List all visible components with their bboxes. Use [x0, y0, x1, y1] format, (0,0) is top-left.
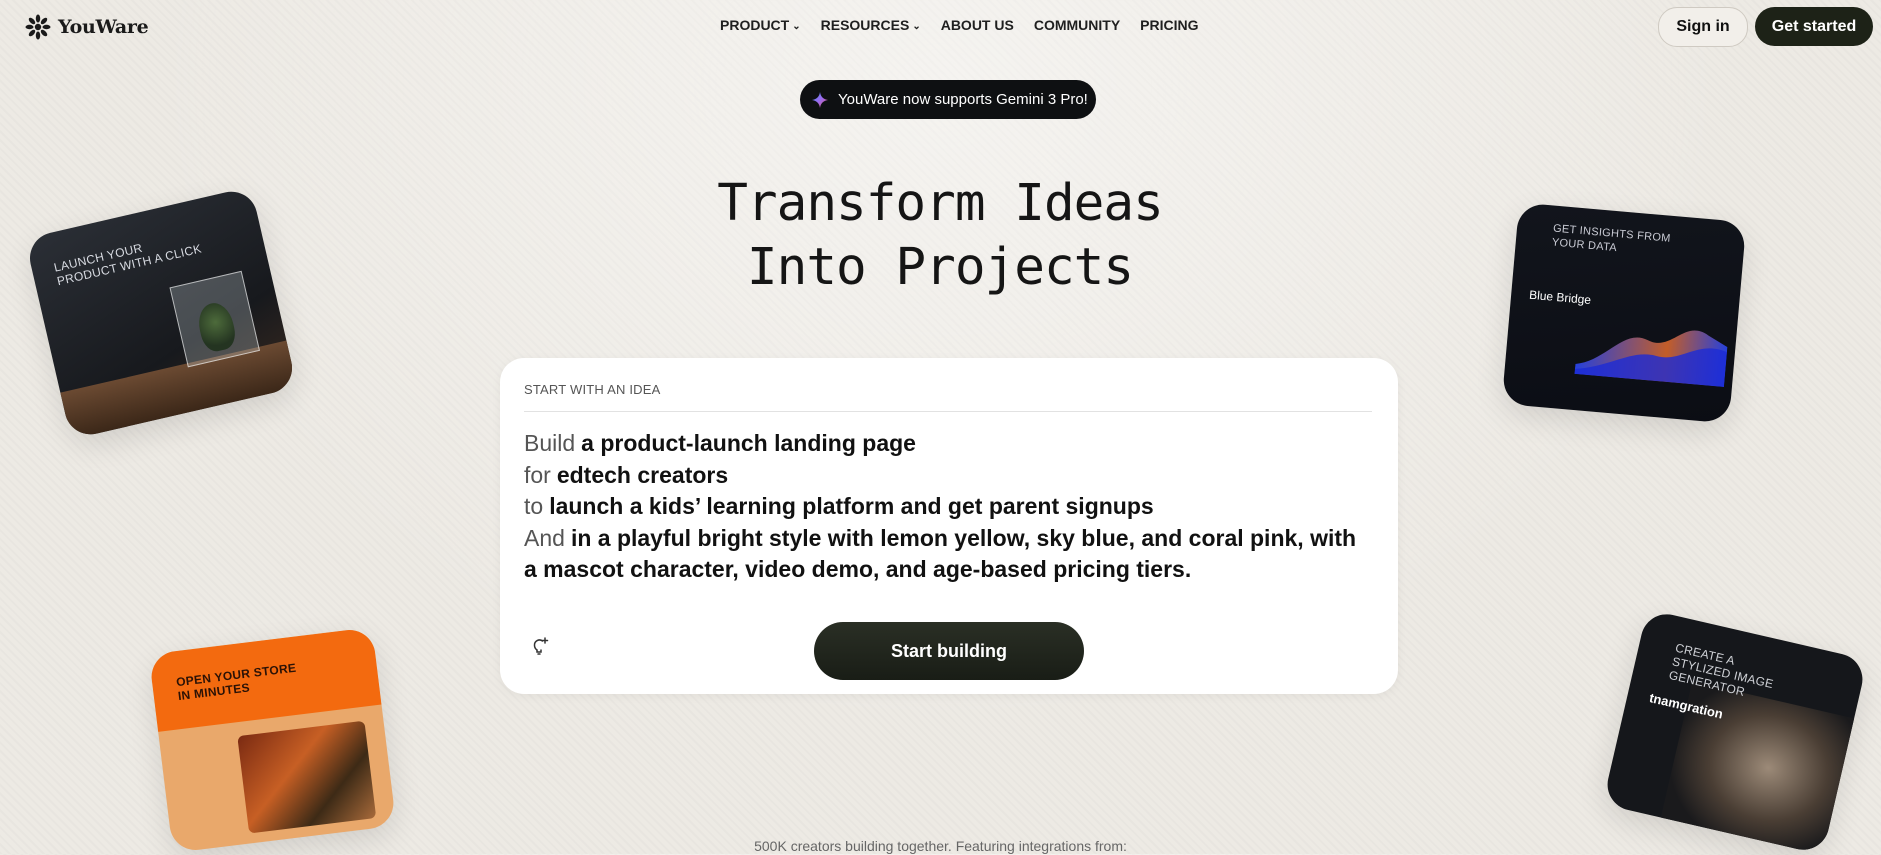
nav-community[interactable]: COMMUNITY [1034, 17, 1120, 33]
template-tile-image-generator[interactable]: CREATE A STYLIZED IMAGE GENERATOR tnamgr… [1602, 609, 1868, 855]
divider [524, 411, 1372, 412]
prompt-prefix: Build [524, 430, 576, 456]
main-menu: PRODUCT ⌄ RESOURCES ⌄ ABOUT US COMMUNITY… [720, 17, 1199, 33]
tile-image-table [60, 340, 298, 440]
prompt-value[interactable]: launch a kids’ learning platform and get… [549, 493, 1154, 519]
nav-pricing[interactable]: PRICING [1140, 17, 1198, 33]
nav-pricing-label: PRICING [1140, 17, 1199, 33]
nav-about-us-label: ABOUT US [940, 17, 1014, 33]
hero-line-2: Into Projects [746, 238, 1134, 297]
nav-product[interactable]: PRODUCT ⌄ [720, 17, 801, 33]
prompt-prefix: for [524, 461, 551, 488]
prompt-line: And in a playful bright style with lemon … [524, 523, 1374, 586]
nav-community-label: COMMUNITY [1033, 17, 1121, 33]
tile-title: GET INSIGHTS FROM YOUR DATA [1551, 222, 1672, 255]
announcement-text: YouWare now supports Gemini 3 Pro! [838, 91, 1088, 108]
template-tile-store[interactable]: OPEN YOUR STORE IN MINUTES [148, 627, 397, 853]
sign-in-button[interactable]: Sign in [1658, 7, 1748, 47]
idea-prompt[interactable]: Build a product-launch landing page for ed… [524, 428, 1374, 586]
lightbulb-icon[interactable] [530, 636, 550, 656]
idea-card: START WITH AN IDEA Build a product-launch… [500, 358, 1398, 694]
prompt-line: for edtech creators [524, 460, 1374, 492]
template-tile-insights[interactable]: GET INSIGHTS FROM YOUR DATA Blue Bridge [1501, 202, 1747, 424]
brand-logo[interactable]: YouWare [24, 13, 149, 41]
hero-heading: Transform Ideas Into Projects [620, 172, 1260, 300]
youware-logo-icon [25, 14, 51, 40]
brand-name: YouWare [58, 16, 149, 38]
prompt-value[interactable]: edtech creators [557, 462, 728, 488]
idea-card-label: START WITH AN IDEA [524, 382, 661, 397]
gemini-sparkle-icon [812, 91, 828, 108]
nav-resources[interactable]: RESOURCES ⌄ [821, 17, 921, 33]
nav-product-label: PRODUCT [720, 17, 790, 33]
prompt-prefix: to [524, 493, 544, 519]
tile-title: LAUNCH YOUR PRODUCT WITH A CLICK [52, 240, 203, 289]
tile-body-text [178, 752, 245, 819]
start-building-button[interactable]: Start building [814, 622, 1084, 680]
nav-about-us[interactable]: ABOUT US [941, 17, 1014, 33]
prompt-value[interactable]: in a playful bright style with lemon yel… [524, 525, 1356, 583]
template-tile-launch[interactable]: LAUNCH YOUR PRODUCT WITH A CLICK [24, 186, 298, 440]
top-navigation: YouWare PRODUCT ⌄ RESOURCES ⌄ ABOUT US C… [0, 0, 1881, 52]
announcement-pill[interactable]: YouWare now supports Gemini 3 Pro! [800, 80, 1096, 119]
chevron-down-icon: ⌄ [912, 20, 921, 32]
prompt-prefix: And [524, 524, 565, 551]
get-started-button[interactable]: Get started [1755, 7, 1873, 46]
hero-line-1: Transform Ideas [717, 174, 1164, 233]
tile-image-products [237, 720, 377, 834]
nav-resources-label: RESOURCES [820, 17, 910, 33]
creators-caption: 500K creators building together. Featuri… [754, 838, 1127, 854]
prompt-line: Build a product-launch landing page [524, 428, 1374, 460]
prompt-value[interactable]: a product-launch landing page [581, 430, 916, 456]
prompt-line: to launch a kids’ learning platform and g… [524, 491, 1374, 523]
chart-wave-graphic [1574, 330, 1728, 387]
chevron-down-icon: ⌄ [792, 20, 801, 32]
